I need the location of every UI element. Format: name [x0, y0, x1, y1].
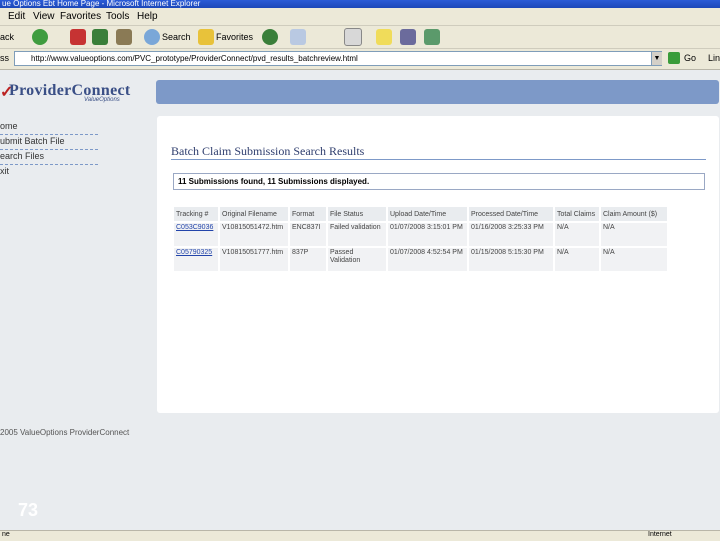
table-row: C053C9036 V10815051472.htm ENC837I Faile…	[174, 223, 667, 246]
menu-tools[interactable]: Tools	[106, 11, 129, 22]
address-input[interactable]: http://www.valueoptions.com/PVC_prototyp…	[14, 51, 662, 66]
zone-indicator: Internet	[648, 531, 672, 538]
window-title-bar: ue Options Ebt Home Page - Microsoft Int…	[0, 0, 720, 8]
research-icon	[400, 29, 416, 45]
refresh-button[interactable]	[92, 28, 110, 46]
results-table: Tracking # Original Filename Format File…	[172, 205, 669, 273]
note-button[interactable]	[376, 28, 394, 46]
table-cell: ENC837I	[290, 223, 326, 246]
table-cell: 837P	[290, 248, 326, 271]
address-bar: ss http://www.valueoptions.com/PVC_proto…	[0, 49, 720, 70]
forward-arrow-icon	[32, 29, 48, 45]
table-cell: 01/16/2008 3:25:33 PM	[469, 223, 553, 246]
table-cell: N/A	[601, 248, 667, 271]
links-label[interactable]: Lin	[708, 53, 720, 63]
refresh-icon	[92, 29, 108, 45]
table-cell: N/A	[555, 223, 599, 246]
go-arrow-icon[interactable]	[668, 52, 680, 64]
column-header[interactable]: Upload Date/Time	[388, 207, 467, 221]
research-button[interactable]	[400, 28, 418, 46]
table-cell: N/A	[601, 223, 667, 246]
title-divider	[171, 159, 706, 160]
menu-bar: Edit View Favorites Tools Help	[0, 8, 720, 26]
stop-icon	[70, 29, 86, 45]
tracking-number-link[interactable]: C05790325	[174, 248, 218, 271]
table-cell: V10815051472.htm	[220, 223, 288, 246]
search-icon	[144, 29, 160, 45]
menu-favorites[interactable]: Favorites	[60, 11, 101, 22]
mail-icon	[290, 29, 306, 45]
status-bar: ne Internet	[0, 530, 720, 541]
print-button[interactable]	[344, 28, 364, 46]
history-button[interactable]	[262, 28, 280, 46]
provider-connect-logo: ✓ ProviderConnect ValueOptions	[0, 80, 140, 106]
slide-number: 73	[18, 500, 39, 520]
results-panel: Batch Claim Submission Search Results 11…	[157, 116, 719, 413]
nav-item-home[interactable]: ome	[0, 120, 98, 135]
address-label: ss	[0, 53, 9, 63]
address-dropdown-icon[interactable]: ▼	[651, 52, 662, 65]
forward-button[interactable]	[32, 28, 50, 46]
page-title: Batch Claim Submission Search Results	[171, 144, 365, 158]
note-icon	[376, 29, 392, 45]
nav-item-submit-batch-file[interactable]: ubmit Batch File	[0, 135, 98, 150]
table-header-row: Tracking # Original Filename Format File…	[174, 207, 667, 221]
table-cell: Failed validation	[328, 223, 386, 246]
home-icon	[116, 29, 132, 45]
search-button[interactable]: Search	[144, 28, 191, 46]
history-icon	[262, 29, 278, 45]
messenger-button[interactable]	[424, 28, 442, 46]
results-summary: 11 Submissions found, 11 Submissions dis…	[173, 173, 705, 190]
nav-item-exit[interactable]: xit	[0, 165, 98, 179]
column-header[interactable]: Format	[290, 207, 326, 221]
header-banner	[156, 80, 719, 104]
column-header[interactable]: File Status	[328, 207, 386, 221]
table-cell: Passed Validation	[328, 248, 386, 271]
favorites-label: Favorites	[216, 32, 254, 42]
back-label: ack	[0, 32, 15, 42]
table-cell: 01/07/2008 4:52:54 PM	[388, 248, 467, 271]
table-cell: N/A	[555, 248, 599, 271]
star-icon	[198, 29, 214, 45]
messenger-icon	[424, 29, 440, 45]
table-row: C05790325 V10815051777.htm 837P Passed V…	[174, 248, 667, 271]
search-label: Search	[162, 32, 191, 42]
column-header[interactable]: Tracking #	[174, 207, 218, 221]
left-navigation: ome ubmit Batch File earch Files xit	[0, 120, 100, 179]
table-cell: V10815051777.htm	[220, 248, 288, 271]
tracking-number-link[interactable]: C053C9036	[174, 223, 218, 246]
table-cell: 01/07/2008 3:15:01 PM	[388, 223, 467, 246]
favorites-button[interactable]: Favorites	[198, 28, 253, 46]
stop-button[interactable]	[70, 28, 88, 46]
column-header[interactable]: Total Claims	[555, 207, 599, 221]
print-icon	[344, 28, 362, 46]
back-button[interactable]: ack	[0, 28, 14, 46]
mail-button[interactable]	[290, 28, 308, 46]
menu-help[interactable]: Help	[137, 11, 158, 22]
menu-view[interactable]: View	[33, 11, 55, 22]
go-button[interactable]: Go	[684, 53, 696, 63]
status-text: ne	[2, 531, 10, 538]
column-header[interactable]: Processed Date/Time	[469, 207, 553, 221]
logo-subtext: ValueOptions	[84, 97, 120, 103]
home-button[interactable]	[116, 28, 134, 46]
column-header[interactable]: Claim Amount ($)	[601, 207, 667, 221]
column-header[interactable]: Original Filename	[220, 207, 288, 221]
copyright-footer: 2005 ValueOptions ProviderConnect	[0, 428, 130, 437]
nav-item-search-files[interactable]: earch Files	[0, 150, 98, 165]
table-cell: 01/15/2008 5:15:30 PM	[469, 248, 553, 271]
window-title: ue Options Ebt Home Page - Microsoft Int…	[2, 0, 201, 8]
menu-edit[interactable]: Edit	[8, 11, 25, 22]
toolbar: ack Search Favorites	[0, 26, 720, 49]
